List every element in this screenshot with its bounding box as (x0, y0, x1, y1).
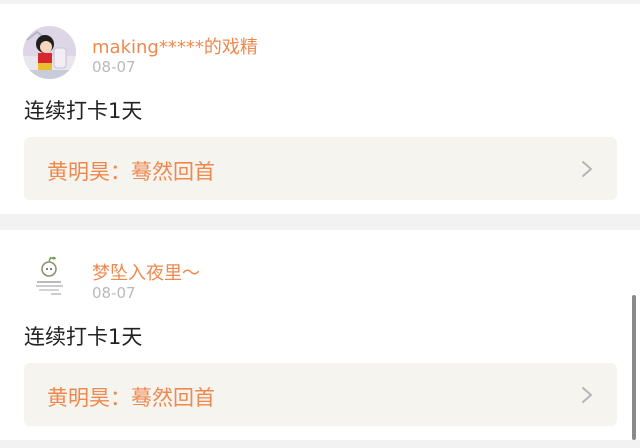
username[interactable]: making*****的戏精 (92, 33, 258, 59)
user-avatar[interactable] (23, 252, 76, 305)
chevron-right-icon (582, 161, 592, 177)
song-link-card[interactable]: 黄明昊：蓦然回首 (24, 137, 617, 200)
song-link-label: 黄明昊：蓦然回首 (47, 382, 215, 412)
post-card: making*****的戏精 08-07 连续打卡1天 黄明昊：蓦然回首 (0, 4, 640, 214)
song-link-card[interactable]: 黄明昊：蓦然回首 (24, 363, 617, 426)
user-avatar[interactable] (23, 26, 76, 79)
song-title: 蓦然回首 (131, 386, 215, 410)
post-date: 08-07 (92, 284, 136, 302)
post-text: 连续打卡1天 (24, 325, 143, 349)
post-card: 梦坠入夜里～ 08-07 连续打卡1天 黄明昊：蓦然回首 (0, 230, 640, 440)
username[interactable]: 梦坠入夜里～ (92, 259, 200, 285)
song-separator: ： (110, 386, 131, 410)
post-text: 连续打卡1天 (24, 99, 143, 123)
chevron-right-icon (582, 387, 592, 403)
song-title: 蓦然回首 (131, 160, 215, 184)
scrollbar[interactable] (632, 295, 636, 440)
song-artist: 黄明昊 (47, 160, 110, 184)
song-artist: 黄明昊 (47, 386, 110, 410)
song-separator: ： (110, 160, 131, 184)
post-feed: making*****的戏精 08-07 连续打卡1天 黄明昊：蓦然回首 梦坠入… (0, 0, 640, 448)
song-link-label: 黄明昊：蓦然回首 (47, 156, 215, 186)
post-date: 08-07 (92, 58, 136, 76)
